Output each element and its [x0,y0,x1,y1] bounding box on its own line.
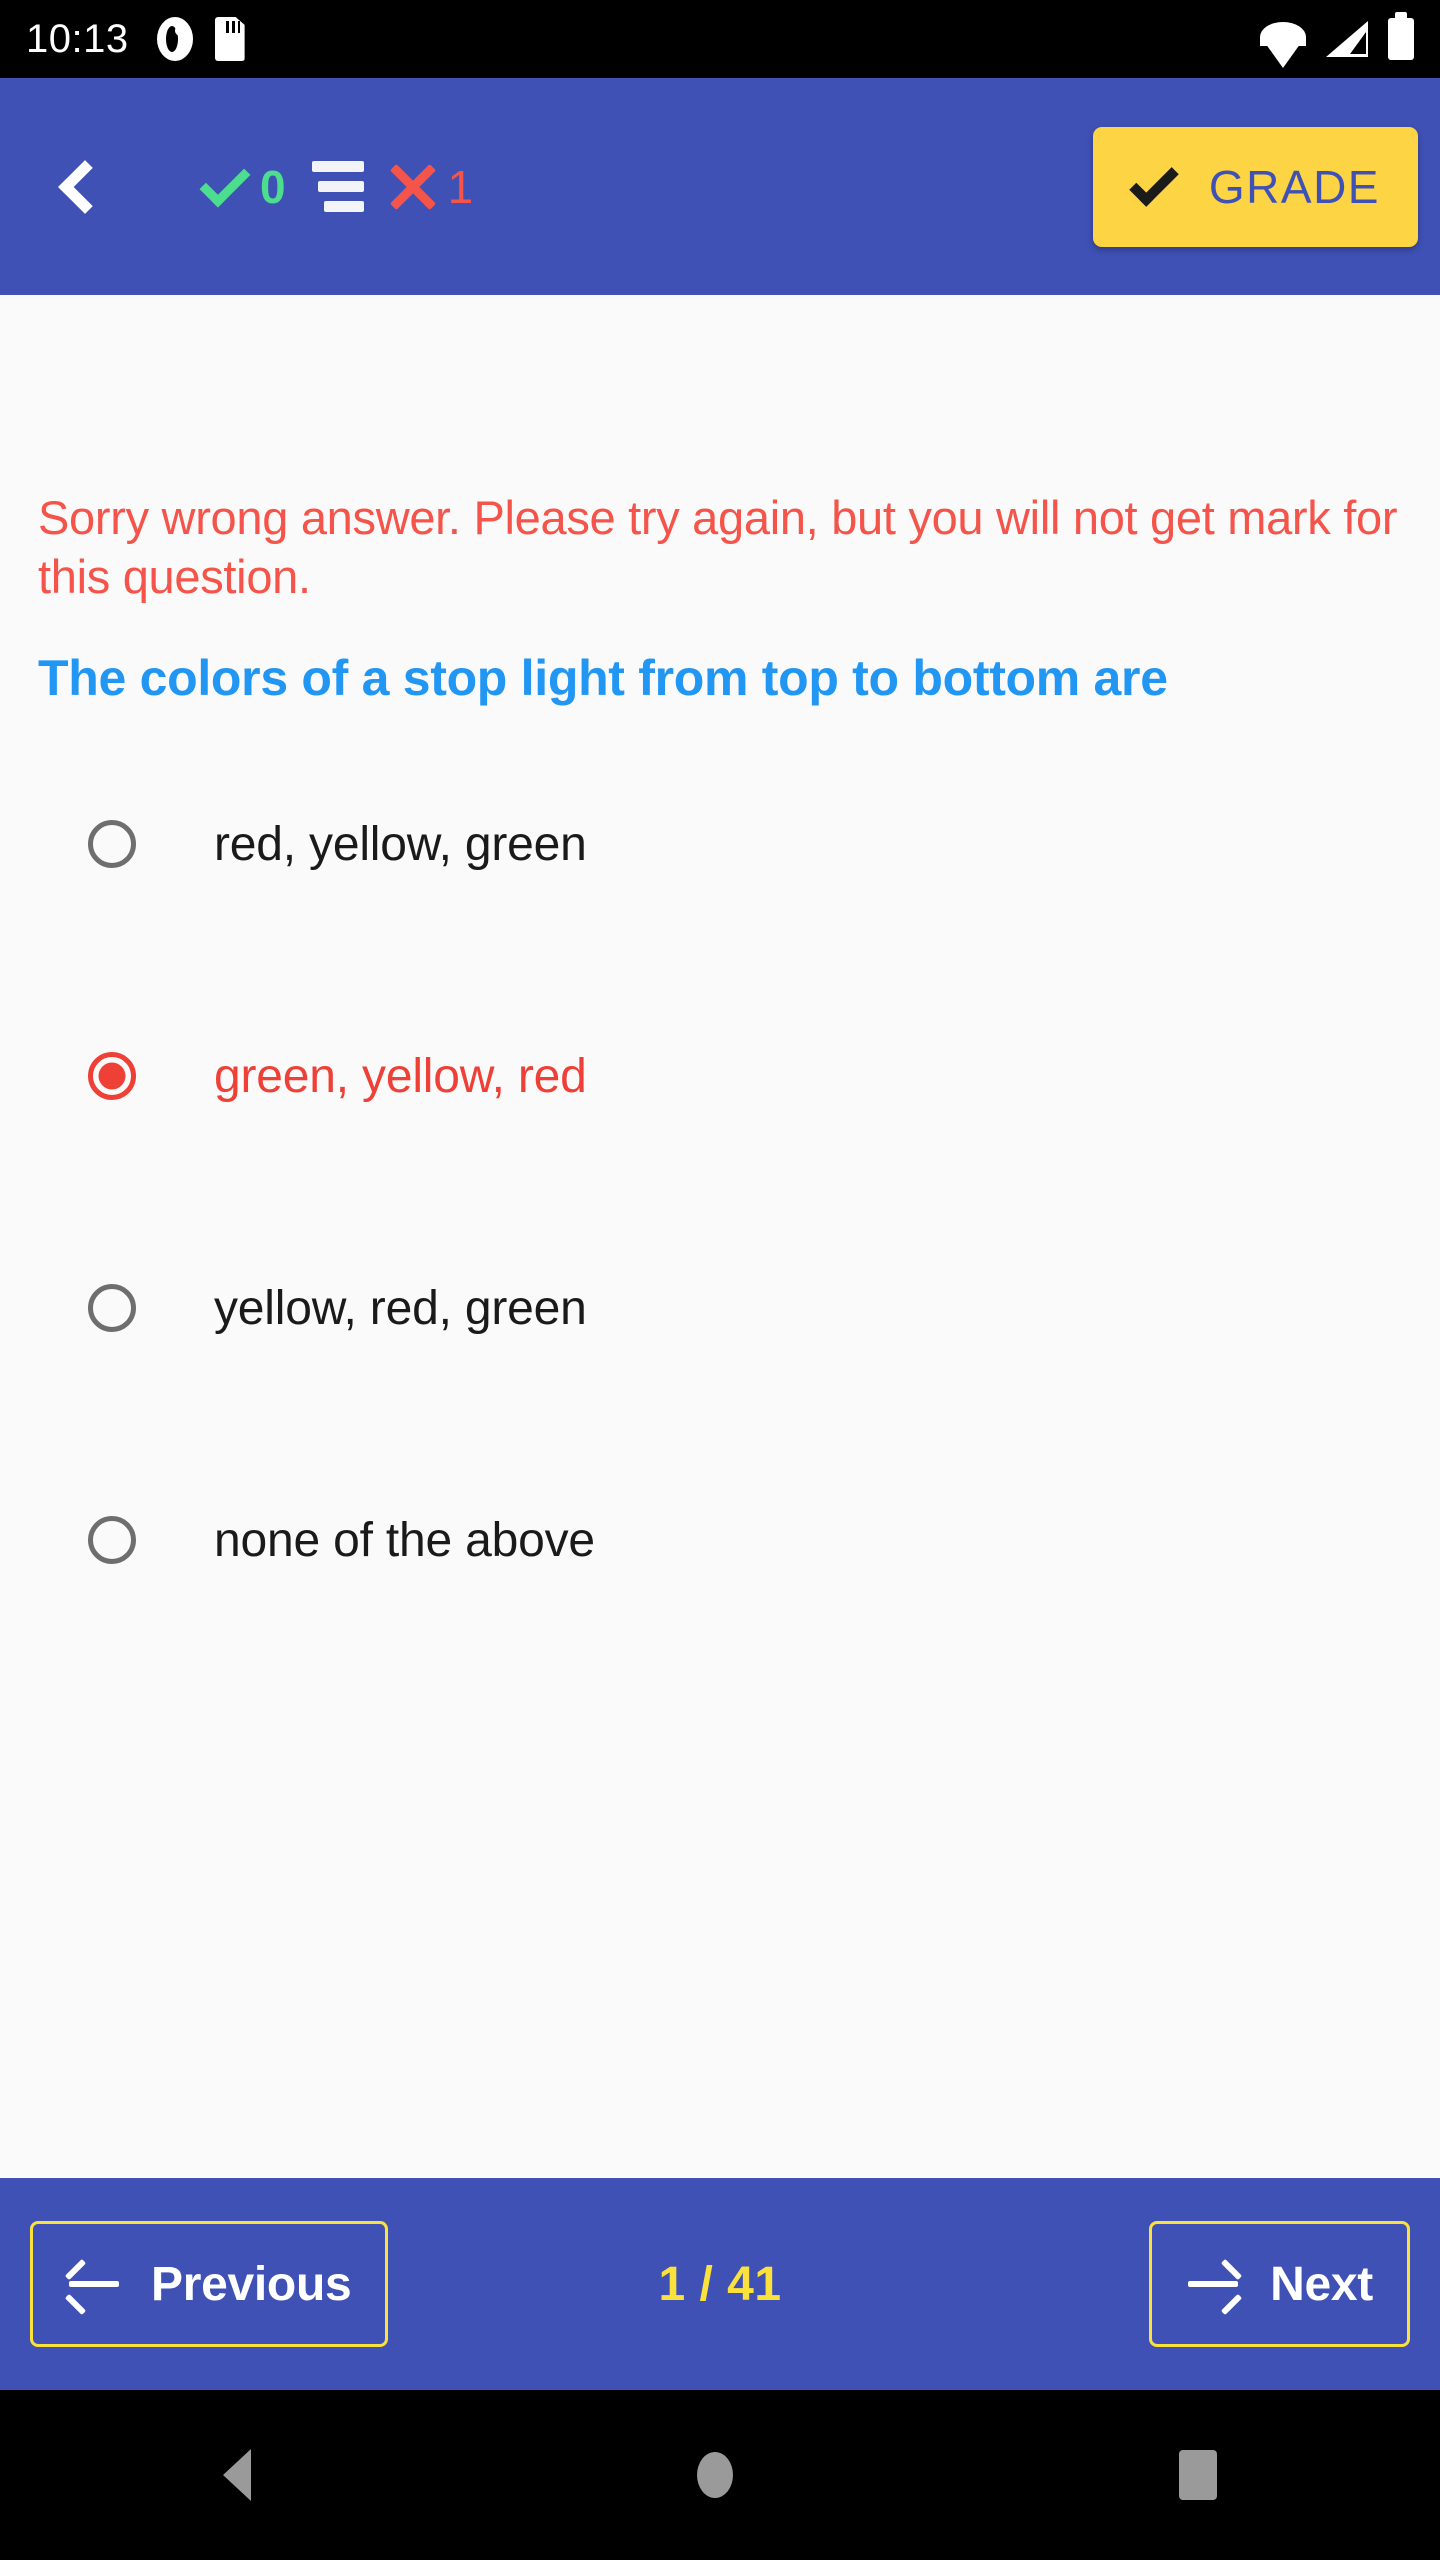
answer-option[interactable]: yellow, red, green [38,1265,1402,1351]
triangle-back-icon[interactable] [223,2449,251,2501]
wrong-score: 1 [390,164,474,210]
question-content: Sorry wrong answer. Please try again, bu… [0,295,1440,2178]
answer-options: red, yellow, green green, yellow, red ye… [38,801,1402,1583]
phone-screen: 10:13 0 1 GRADE Sorry wrong answer. Plea… [0,0,1440,2560]
answer-option[interactable]: green, yellow, red [38,1033,1402,1119]
answer-option[interactable]: none of the above [38,1497,1402,1583]
list-line-3 [323,201,364,212]
arrow-left-icon [64,2258,121,2316]
wrong-count: 1 [447,160,474,213]
status-bar: 10:13 [0,0,1440,78]
face-icon [156,17,193,61]
score-group: 0 1 [199,156,474,213]
radio-button-selected[interactable] [88,1052,136,1101]
circle-home-icon[interactable] [697,2452,733,2498]
correct-score: 0 [199,156,286,213]
signal-icon [1326,21,1368,57]
answer-option-label: yellow, red, green [214,1281,587,1335]
answer-option-label: red, yellow, green [214,817,587,871]
answer-option-label: none of the above [214,1513,595,1567]
bottom-nav-bar: Previous 1 / 41 Next [0,2178,1440,2390]
answer-option-label: green, yellow, red [214,1049,587,1103]
chevron-left-icon [58,159,112,214]
correct-count: 0 [260,160,286,213]
check-icon [1129,156,1179,207]
feedback-message: Sorry wrong answer. Please try again, bu… [38,491,1398,604]
check-icon [199,156,251,207]
arrow-right-icon [1186,2258,1243,2316]
previous-button-label: Previous [151,2257,352,2311]
previous-button[interactable]: Previous [30,2221,389,2347]
wifi-icon [1260,22,1306,56]
list-line-2 [317,181,364,192]
list-line-1 [311,161,364,172]
grade-button[interactable]: GRADE [1092,126,1418,247]
grade-button-label: GRADE [1208,160,1380,213]
back-button[interactable] [36,143,124,231]
sdcard-icon [214,17,245,61]
battery-icon [1388,12,1414,60]
page-counter: 1 / 41 [658,2257,782,2311]
list-lines-icon[interactable] [311,161,364,212]
radio-button[interactable] [88,1516,136,1565]
status-left-icons [156,17,245,61]
android-nav-bar [0,2390,1440,2560]
square-recents-icon[interactable] [1179,2450,1217,2500]
next-button-label: Next [1270,2257,1373,2311]
status-time: 10:13 [26,17,129,61]
app-bar: 0 1 GRADE [0,78,1440,295]
question-text: The colors of a stop light from top to b… [38,650,1168,707]
radio-button[interactable] [88,820,136,869]
answer-option[interactable]: red, yellow, green [38,801,1402,887]
close-icon [390,164,436,210]
status-right-icons [1260,12,1414,60]
radio-button[interactable] [88,1284,136,1333]
next-button[interactable]: Next [1149,2221,1410,2347]
